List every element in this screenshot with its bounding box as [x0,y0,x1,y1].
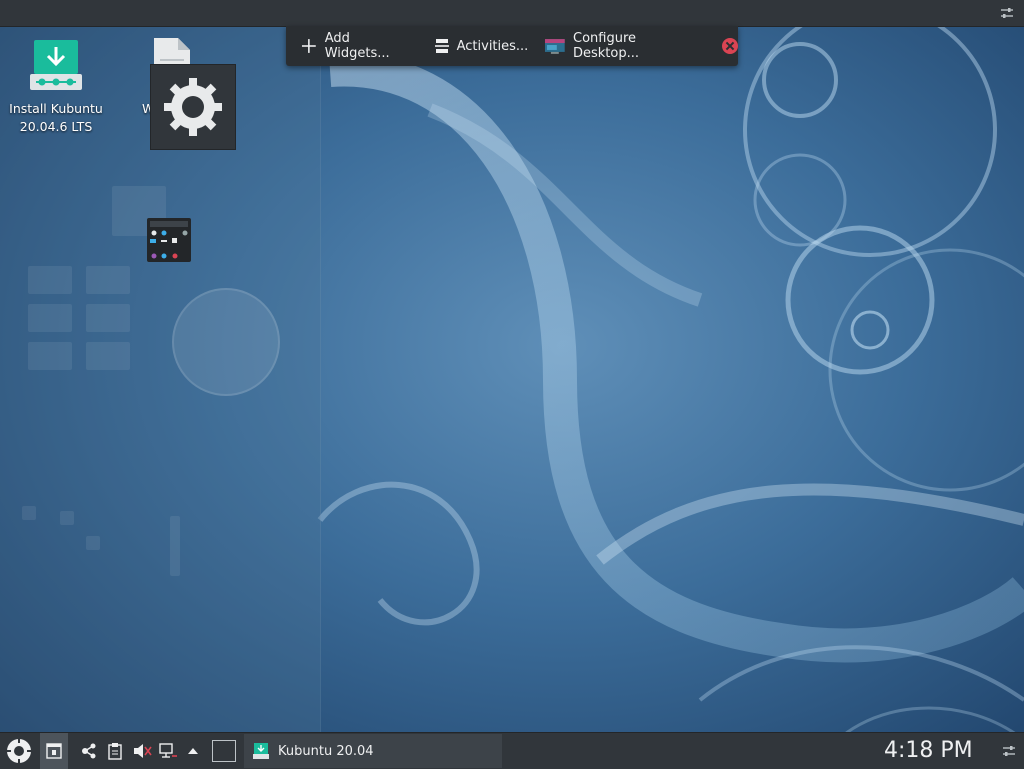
network-tray[interactable] [156,733,180,769]
activities-button[interactable]: Activities... [426,26,537,66]
widget-thumbnail-icon [150,221,188,259]
activities-icon [434,39,449,53]
install-download-icon [253,743,269,759]
top-panel [0,0,1024,27]
icon-label-line2: 20.04.6 LTS [19,119,93,134]
taskbar-task-kubuntu[interactable]: Kubuntu 20.04 [244,734,502,768]
tray-expander[interactable] [184,733,202,769]
kde-connect-tray[interactable] [78,733,100,769]
widget-drag-preview [150,64,236,150]
volume-muted-icon [134,744,152,758]
mini-widget-preview[interactable] [147,218,191,262]
digital-clock[interactable]: 4:18 PM [884,733,973,769]
panel-settings-icon[interactable] [1000,742,1018,760]
desktop-config-icon [545,39,566,54]
pager-desktop-1[interactable] [210,733,238,769]
gear-icon [164,78,222,136]
desktop-icon-install-kubuntu[interactable]: Install Kubuntu 20.04.6 LTS [4,36,108,136]
volume-tray[interactable] [130,733,154,769]
show-desktop-button[interactable] [40,733,68,769]
pager-box [212,740,236,762]
chevron-up-icon [188,748,198,754]
clipboard-icon [108,743,122,760]
task-label: Kubuntu 20.04 [278,743,374,759]
install-download-icon [30,40,82,90]
panel-settings-icon[interactable] [998,4,1016,22]
configure-desktop-button[interactable]: Configure Desktop... [536,26,712,66]
network-wired-icon [159,743,177,758]
plus-icon [301,39,316,53]
kubuntu-launcher-icon [6,738,32,764]
icon-label-line1: Install Kubuntu [9,101,103,116]
clipboard-tray[interactable] [104,733,126,769]
application-launcher[interactable] [2,733,36,769]
show-desktop-icon [46,743,62,759]
configure-desktop-label: Configure Desktop... [573,31,640,61]
add-widgets-button[interactable]: Add Widgets... [292,26,426,66]
add-widgets-label: Add Widgets... [324,31,390,61]
network-share-icon [82,743,96,759]
close-toolbox-icon[interactable] [722,38,739,54]
desktop-toolbox: Add Widgets... Activities... Configure D… [286,26,739,66]
activities-label: Activities... [456,38,529,54]
bottom-panel: Kubuntu 20.04 4:18 PM [0,732,1024,769]
